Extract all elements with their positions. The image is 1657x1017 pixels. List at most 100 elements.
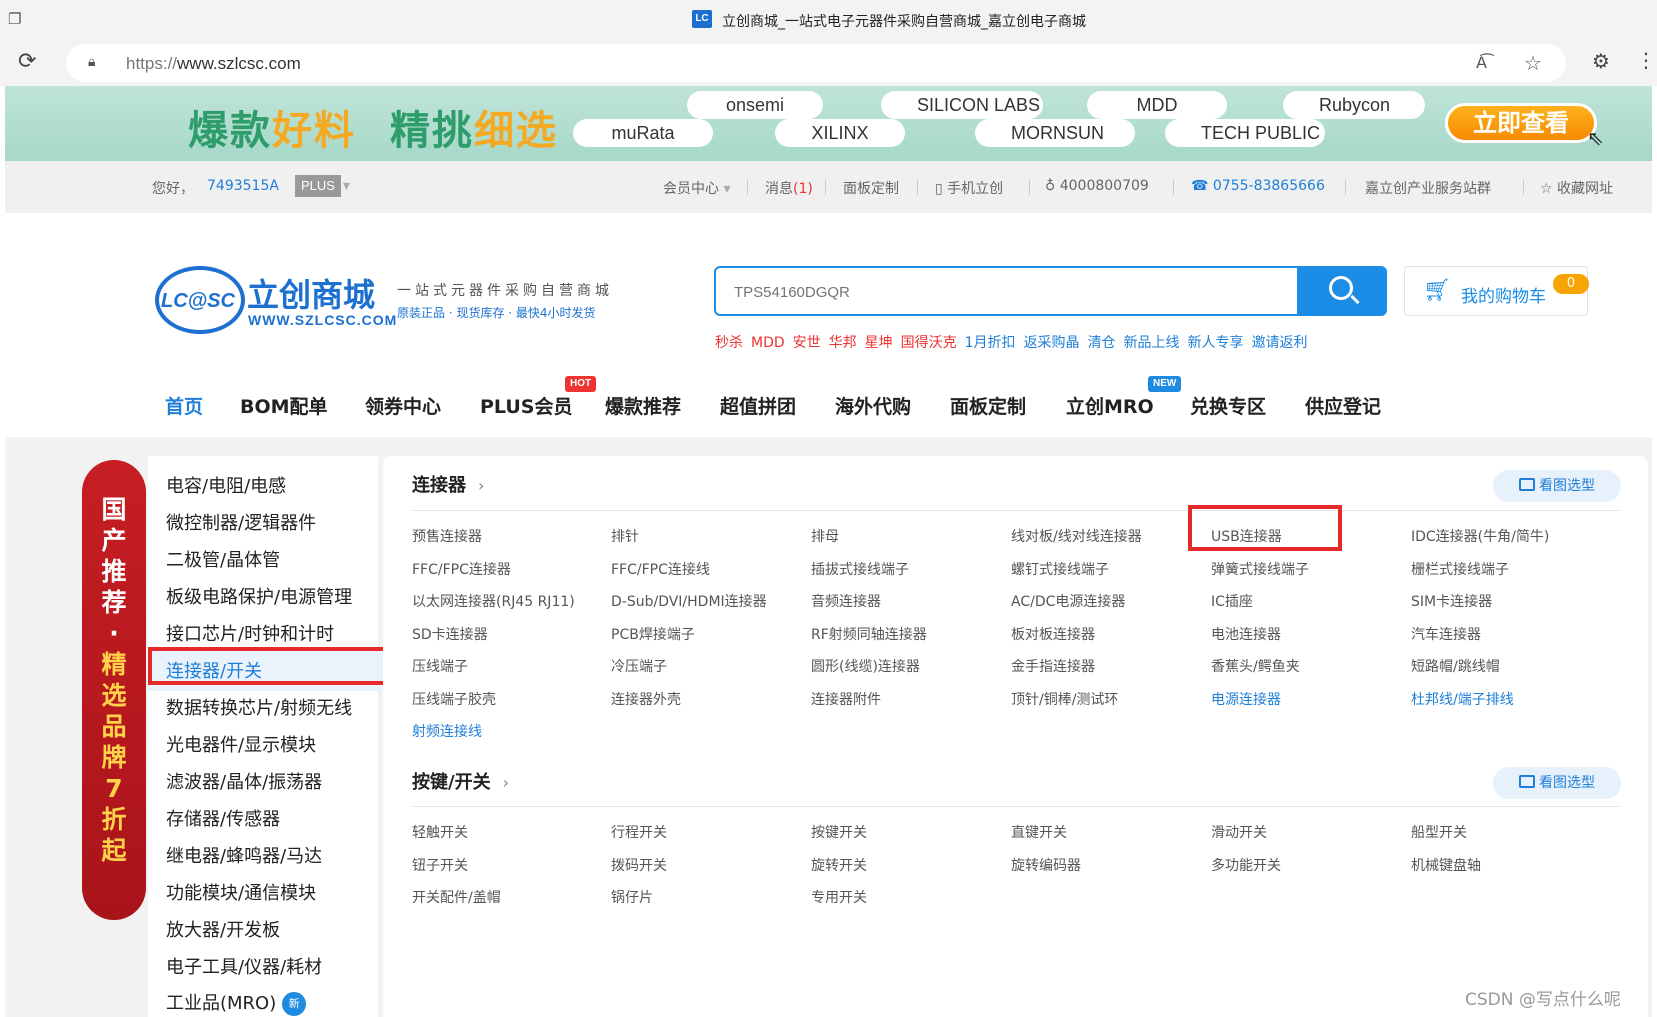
favorite-link[interactable]: ☆ 收藏网址 [1540,178,1613,198]
subcategory-link[interactable]: 弹簧式接线端子 [1211,559,1309,579]
subcategory-link[interactable]: IC插座 [1211,591,1253,611]
subcategory-link[interactable]: 锅仔片 [611,887,653,907]
subcategory-link[interactable]: 板对板连接器 [1011,624,1095,644]
nav-panel-custom[interactable]: 面板定制 [950,392,1026,419]
messages-link[interactable]: 消息(1) [765,178,813,198]
category-item[interactable]: 存储器/传感器 [166,805,280,831]
read-aloud-icon[interactable]: A͡ [1476,53,1487,72]
category-item[interactable]: 接口芯片/时钟和计时 [166,620,334,646]
hot-word-link[interactable]: 1月折扣 [965,335,1016,351]
subcategory-link[interactable]: 螺钉式接线端子 [1011,559,1109,579]
extensions-icon[interactable]: ⚙ [1592,49,1610,73]
section-title-switches[interactable]: 按键/开关 › [412,768,509,794]
category-item[interactable]: 板级电路保护/电源管理 [166,583,352,609]
subcategory-link[interactable]: 行程开关 [611,822,667,842]
brand-tech-public[interactable]: TECH PUBLIC [1165,119,1325,147]
view-now-button[interactable]: 立即查看 [1445,103,1597,143]
subcategory-link[interactable]: IDC连接器(牛角/简牛) [1411,526,1549,546]
qq-link[interactable]: ♁ 4000800709 [1045,178,1149,194]
category-item[interactable]: 电子工具/仪器/耗材 [166,953,322,979]
subcategory-link[interactable]: 栅栏式接线端子 [1411,559,1509,579]
url-text[interactable]: https://www.szlcsc.com [126,54,301,74]
mobile-link[interactable]: ▯ 手机立创 [935,178,1003,198]
subcategory-link[interactable]: 开关配件/盖帽 [412,887,501,907]
subcategory-link[interactable]: SD卡连接器 [412,624,488,644]
category-item[interactable]: 滤波器/晶体/振荡器 [166,768,322,794]
reload-icon[interactable]: ⟳ [18,49,36,74]
category-item[interactable]: 放大器/开发板 [166,916,280,942]
nav-group-buy[interactable]: 超值拼团 [720,392,796,419]
category-item-mro[interactable]: 工业品(MRO) 新 [166,989,307,1016]
brand-onsemi[interactable]: onsemi [687,91,823,119]
subcategory-link[interactable]: AC/DC电源连接器 [1011,591,1125,611]
nav-mro[interactable]: 立创MRO [1066,392,1154,419]
view-by-image-button[interactable]: 看图选型 [1493,767,1621,799]
subcategory-link[interactable]: 拨码开关 [611,855,667,875]
subcategory-link[interactable]: 专用开关 [811,887,867,907]
brand-xilinx[interactable]: XILINX [775,119,905,147]
subcategory-link[interactable]: 连接器附件 [811,689,881,709]
url-field[interactable]: 🔒︎ https://www.szlcsc.com A͡ ☆ [66,44,1566,82]
search-button[interactable] [1298,266,1387,316]
subcategory-link[interactable]: PCB焊接端子 [611,624,695,644]
tab-actions-icon[interactable]: ❐ [8,10,28,30]
subcategory-link[interactable]: 排母 [811,526,839,546]
brand-mdd[interactable]: MDD [1087,91,1227,119]
category-item[interactable]: 电容/电阻/电感 [166,472,286,498]
subcategory-link[interactable]: 插拔式接线端子 [811,559,909,579]
subcategory-link[interactable]: 以太网连接器(RJ45 RJ11) [412,591,575,611]
hot-word-link[interactable]: 清仓 [1088,335,1116,351]
subcategory-link[interactable]: 连接器外壳 [611,689,681,709]
subcategory-link[interactable]: 排针 [611,526,639,546]
category-item[interactable]: 二极管/晶体管 [166,546,280,572]
subcategory-link[interactable]: 香蕉头/鳄鱼夹 [1211,656,1300,676]
nav-bom[interactable]: BOM配单 [240,392,328,419]
hot-word-link[interactable]: 邀请返利 [1252,335,1308,351]
subcategory-link[interactable]: 按键开关 [811,822,867,842]
hot-word-link[interactable]: 返采购晶 [1024,335,1080,351]
lock-icon[interactable]: 🔒︎ [88,54,95,70]
hot-word-link[interactable]: 新品上线 [1124,335,1180,351]
subcategory-link[interactable]: 音频连接器 [811,591,881,611]
brand-silicon-labs[interactable]: SILICON LABS [881,91,1043,119]
subcategory-link[interactable]: 金手指连接器 [1011,656,1095,676]
subcategory-link[interactable]: 钮子开关 [412,855,468,875]
plus-badge[interactable]: PLUS [295,175,341,197]
search-input[interactable] [734,280,1254,304]
category-item[interactable]: 继电器/蜂鸣器/马达 [166,842,322,868]
subcategory-link[interactable]: 预售连接器 [412,526,482,546]
subcategory-link[interactable]: 压线端子胶壳 [412,689,496,709]
hot-word-link[interactable]: 新人专享 [1188,335,1244,351]
subcategory-link[interactable]: 旋转编码器 [1011,855,1081,875]
subcategory-link[interactable]: RF射频同轴连接器 [811,624,927,644]
brand-rubycon[interactable]: Rubycon [1283,91,1425,119]
section-title-connectors[interactable]: 连接器 › [412,471,484,497]
subcategory-link[interactable]: 机械键盘轴 [1411,855,1481,875]
industry-link[interactable]: 嘉立创产业服务站群 [1365,178,1491,198]
search-box[interactable] [714,266,1299,316]
cart-button[interactable]: 🛒︎ 我的购物车 0 [1404,266,1589,316]
more-menu-icon[interactable]: ⋮ [1636,48,1656,72]
subcategory-link[interactable]: 压线端子 [412,656,468,676]
user-dropdown-icon[interactable]: ▾ [343,178,350,194]
hot-word-link[interactable]: MDD [751,335,785,351]
nav-plus-member[interactable]: PLUS会员 [480,392,572,419]
username-link[interactable]: 7493515A [207,178,279,194]
subcategory-link[interactable]: FFC/FPC连接线 [611,559,710,579]
hot-word-link[interactable]: 安世 [793,335,821,351]
subcategory-link[interactable]: 冷压端子 [611,656,667,676]
subcategory-link[interactable]: 滑动开关 [1211,822,1267,842]
domestic-brands-promo[interactable]: 国产推荐·精选品牌7折起 [82,460,146,920]
subcategory-link[interactable]: 电源连接器 [1211,689,1281,709]
subcategory-link[interactable]: 轻触开关 [412,822,468,842]
nav-supply-register[interactable]: 供应登记 [1305,392,1381,419]
panel-custom-link[interactable]: 面板定制 [843,178,899,198]
subcategory-link[interactable]: 线对板/线对线连接器 [1011,526,1142,546]
nav-overseas[interactable]: 海外代购 [835,392,911,419]
phone-link[interactable]: ☎ 0755-83865666 [1191,178,1325,194]
subcategory-link[interactable]: 圆形(线缆)连接器 [811,656,920,676]
brand-murata[interactable]: muRata [573,119,713,147]
category-item[interactable]: 数据转换芯片/射频无线 [166,694,352,720]
subcategory-link[interactable]: 直键开关 [1011,822,1067,842]
hot-word-link[interactable]: 华邦 [829,335,857,351]
